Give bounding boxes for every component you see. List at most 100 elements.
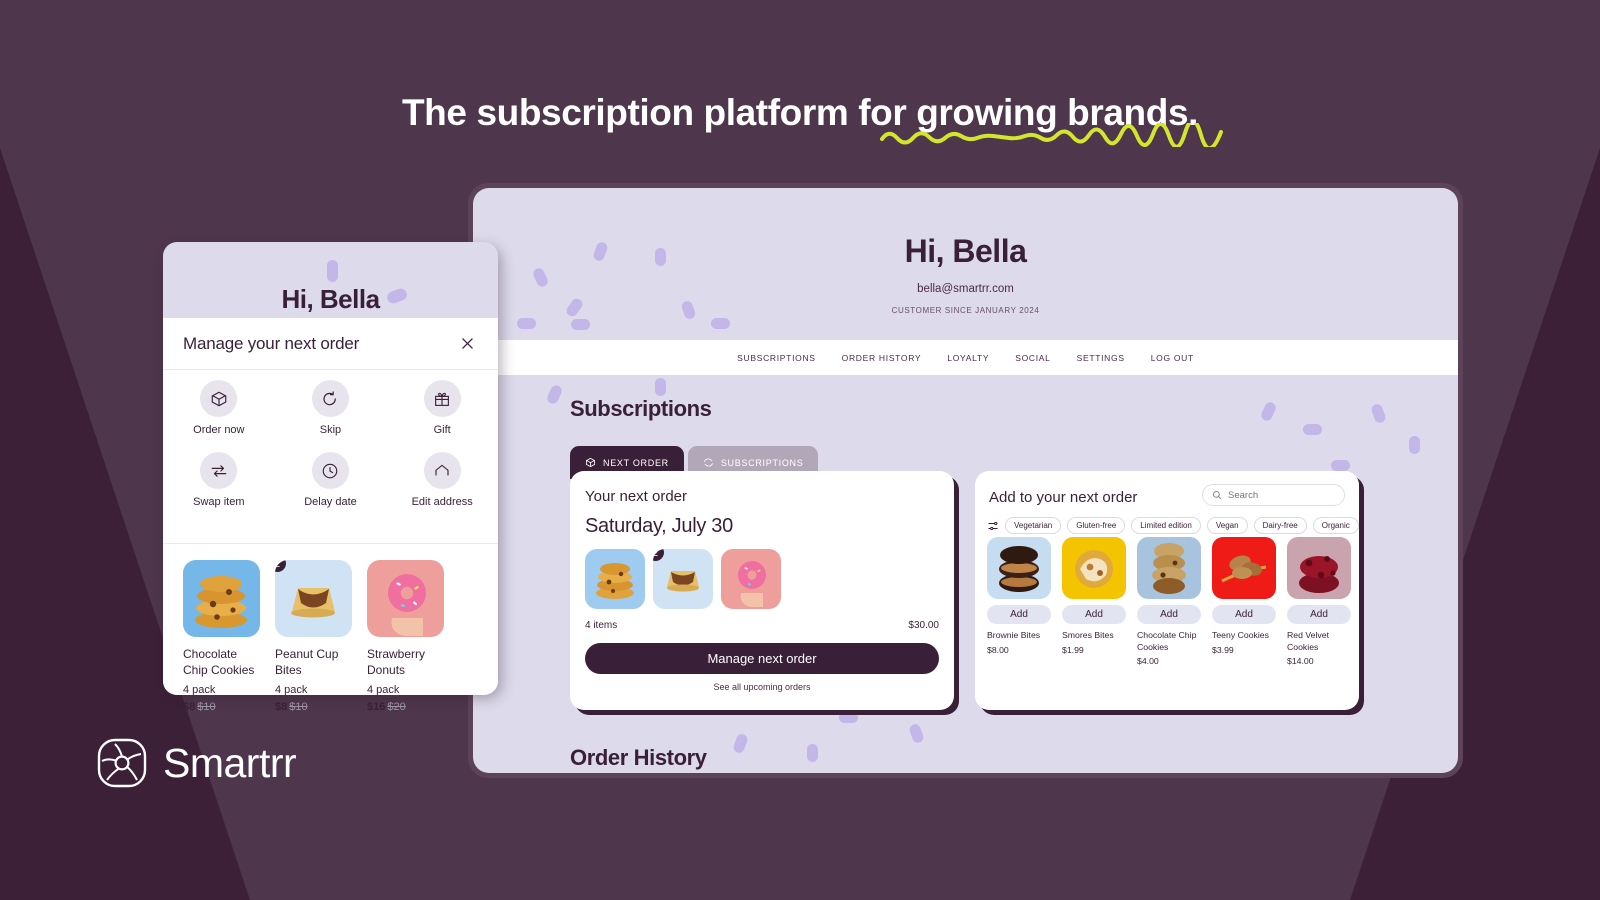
manage-next-order-button[interactable]: Manage next order (585, 643, 939, 674)
product-card: Add Red Velvet Cookies $14.00 (1287, 537, 1351, 666)
order-thumbnail[interactable] (585, 549, 645, 609)
product-price: $8.00 (987, 644, 1009, 655)
product-name: Teeny Cookies (1212, 630, 1269, 640)
add-product-button[interactable]: Add (987, 605, 1051, 624)
price-compare-at: $20 (387, 701, 406, 714)
product-price: $8 $10 (183, 701, 260, 713)
product-image[interactable]: 2 (275, 560, 352, 637)
product-price: $4.00 (1137, 656, 1159, 667)
confetti-dot (1370, 402, 1387, 425)
product-name: Peanut Cup Bites (275, 647, 339, 678)
action-edit-address[interactable]: Edit address (386, 452, 498, 508)
product-price: $14.00 (1287, 656, 1314, 667)
search-input[interactable] (1228, 489, 1328, 501)
filter-icon[interactable] (987, 520, 999, 532)
dashboard-header: Hi, Bella bella@smartrr.com CUSTOMER SIN… (473, 188, 1458, 340)
product-image[interactable] (1212, 537, 1276, 599)
product-card: Add Smores Bites $1.99 (1062, 537, 1126, 666)
modal-actions: Order now Skip Gift Swap item Delay date… (163, 380, 498, 508)
action-label: Delay date (304, 496, 357, 508)
action-label: Gift (433, 424, 451, 436)
modal-close-button[interactable] (456, 333, 478, 355)
dashboard-greeting: Hi, Bella (904, 233, 1027, 269)
product-image[interactable] (1062, 537, 1126, 599)
nav-item-subscriptions[interactable]: SUBSCRIPTIONS (737, 353, 816, 363)
product-name: Chocolate Chip Cookies (183, 647, 255, 678)
price-current: $8 (183, 701, 196, 714)
nav-item-social[interactable]: SOCIAL (1015, 353, 1050, 363)
modal-product-card: Chocolate Chip Cookies 4 pack $8 $10 (183, 560, 260, 713)
filter-chip-vegetarian[interactable]: Vegetarian (1005, 517, 1062, 534)
product-image[interactable] (1137, 537, 1201, 599)
clock-icon (311, 452, 349, 489)
add-product-button[interactable]: Add (1212, 605, 1276, 624)
nav-item-loyalty[interactable]: LOYALTY (947, 353, 989, 363)
product-image[interactable] (183, 560, 260, 637)
product-name: Brownie Bites (987, 630, 1041, 640)
confetti-dot (732, 732, 749, 755)
order-thumbnail[interactable]: 2 (653, 549, 713, 609)
product-image[interactable] (367, 560, 444, 637)
dashboard-nav: SUBSCRIPTIONS ORDER HISTORY LOYALTY SOCI… (473, 340, 1458, 375)
filter-chip-limited-edition[interactable]: Limited edition (1131, 517, 1201, 534)
product-grid: Add Brownie Bites $8.00 Add Smores Bites… (987, 537, 1351, 666)
confetti-dot (1409, 436, 1420, 454)
action-skip[interactable]: Skip (275, 380, 387, 436)
next-order-date: Saturday, July 30 (585, 515, 733, 537)
product-image[interactable] (987, 537, 1051, 599)
nav-item-order-history[interactable]: ORDER HISTORY (842, 353, 922, 363)
customer-since: CUSTOMER SINCE JANUARY 2024 (891, 306, 1040, 315)
modal-product-card: Strawberry Donuts 4 pack $16 $20 (367, 560, 444, 713)
filter-chip-dairy-free[interactable]: Dairy-free (1253, 517, 1307, 534)
nav-item-log-out[interactable]: LOG OUT (1151, 353, 1194, 363)
customer-email: bella@smartrr.com (917, 283, 1014, 295)
action-order-now[interactable]: Order now (163, 380, 275, 436)
modal-title: Manage your next order (183, 333, 360, 353)
modal-greeting: Hi, Bella (281, 284, 380, 314)
nav-item-settings[interactable]: SETTINGS (1077, 353, 1125, 363)
page-headline: The subscription platform for growing br… (401, 92, 1199, 133)
product-image[interactable] (1287, 537, 1351, 599)
product-card: Add Teeny Cookies $3.99 (1212, 537, 1276, 666)
product-card: Add Brownie Bites $8.00 (987, 537, 1051, 666)
confetti-dot (1303, 424, 1322, 435)
add-to-next-order-card: Add to your next order Vegetarian Gluten… (975, 471, 1359, 710)
product-name: Chocolate Chip Cookies (1137, 630, 1197, 652)
product-price: $3.99 (1212, 644, 1234, 655)
filter-chips: Vegetarian Gluten-free Limited edition V… (987, 517, 1359, 534)
brand-logo: Smartrr (95, 736, 297, 790)
package-icon (200, 380, 238, 417)
next-order-label: Your next order (585, 488, 688, 505)
tab-label: SUBSCRIPTIONS (720, 457, 804, 468)
confetti-dot (1259, 400, 1278, 423)
product-name: Smores Bites (1062, 630, 1114, 640)
search-box[interactable] (1202, 484, 1345, 506)
modal-product-card: 2 Peanut Cup Bites 4 pack $8 $10 (275, 560, 352, 713)
add-product-button[interactable]: Add (1287, 605, 1351, 624)
order-history-title: Order History (570, 745, 707, 770)
action-label: Swap item (193, 496, 245, 508)
action-swap-item[interactable]: Swap item (163, 452, 275, 508)
price-current: $16 (367, 701, 386, 714)
see-all-upcoming-orders-link[interactable]: See all upcoming orders (570, 682, 954, 692)
confetti-dot (908, 722, 925, 745)
price-compare-at: $10 (197, 701, 216, 714)
action-label: Edit address (411, 496, 473, 508)
next-order-thumbnails: 2 (585, 549, 781, 609)
action-gift[interactable]: Gift (386, 380, 498, 436)
order-meta: 4 items $30.00 (585, 620, 939, 631)
dashboard-panel: Hi, Bella bella@smartrr.com CUSTOMER SIN… (473, 188, 1458, 773)
filter-chip-organic[interactable]: Organic (1312, 517, 1359, 534)
confetti-dot (545, 383, 564, 406)
refresh-icon (311, 380, 349, 417)
product-price: $8 $10 (275, 701, 352, 713)
order-thumbnail[interactable] (721, 549, 781, 609)
modal-header: Manage your next order (163, 318, 498, 370)
confetti-dot (807, 744, 818, 762)
filter-chip-gluten-free[interactable]: Gluten-free (1067, 517, 1126, 534)
add-product-button[interactable]: Add (1062, 605, 1126, 624)
add-product-button[interactable]: Add (1137, 605, 1201, 624)
action-delay-date[interactable]: Delay date (275, 452, 387, 508)
product-card: Add Chocolate Chip Cookies $4.00 (1137, 537, 1201, 666)
filter-chip-vegan[interactable]: Vegan (1206, 517, 1248, 534)
